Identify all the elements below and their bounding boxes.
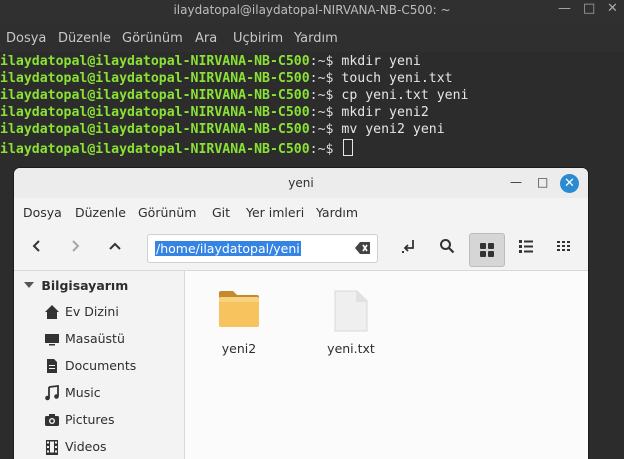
terminal-title: ilaydatopal@ilaydatopal-NIRVANA-NB-C500:… (173, 3, 451, 17)
desktop-icon (45, 334, 59, 346)
window-title: yeni (288, 176, 314, 190)
terminal-menu-search[interactable]: Ara (195, 31, 217, 46)
menu-go[interactable]: Git (212, 205, 230, 220)
compact-view-button[interactable] (549, 234, 579, 264)
terminal-menubar: Dosya Düzenle Görünüm Ara Uçbirim Yardım (0, 28, 624, 52)
prompt-suffix: :~$ (309, 88, 342, 103)
chevron-up-icon (109, 242, 121, 250)
sidebar-section-label: Bilgisayarım (41, 278, 129, 293)
sidebar-section-header[interactable]: Bilgisayarım (24, 278, 128, 293)
file-name: yeni2 (221, 341, 257, 356)
grid-icon (480, 243, 494, 257)
text-file-icon (334, 290, 368, 332)
menu-bookmarks[interactable]: Yer imleri (246, 205, 304, 220)
terminal-line: ilaydatopal@ilaydatopal-NIRVANA-NB-C500:… (0, 54, 421, 71)
clear-icon[interactable] (355, 241, 371, 255)
file-manager-window: yeni — □ ✕ Dosya Düzenle Görünüm Git Yer… (14, 168, 588, 459)
file-manager-titlebar[interactable]: yeni — □ ✕ (14, 168, 588, 198)
minimize-icon[interactable]: — (510, 175, 522, 189)
close-icon[interactable]: ✕ (560, 174, 579, 193)
terminal-line: ilaydatopal@ilaydatopal-NIRVANA-NB-C500:… (0, 88, 468, 105)
terminal-line: ilaydatopal@ilaydatopal-NIRVANA-NB-C500:… (0, 122, 445, 139)
prompt-suffix: :~$ (309, 71, 342, 86)
folder-icon (219, 291, 259, 327)
home-icon (45, 305, 59, 319)
menu-file[interactable]: Dosya (23, 205, 62, 220)
prompt: ilaydatopal@ilaydatopal-NIRVANA-NB-C500 (0, 142, 310, 157)
documents-icon (47, 359, 57, 373)
terminal-menu-help[interactable]: Yardım (294, 31, 338, 46)
minimize-icon[interactable]: — (558, 1, 571, 16)
search-button[interactable] (432, 234, 462, 264)
terminal-menu-edit[interactable]: Düzenle (58, 31, 111, 46)
toolbar: /home/ilaydatopal/yeni (14, 230, 588, 267)
command-text: mkdir yeni (341, 54, 421, 69)
list-view-button[interactable] (511, 234, 541, 264)
terminal-line: ilaydatopal@ilaydatopal-NIRVANA-NB-C500:… (0, 71, 453, 88)
forward-button[interactable] (63, 236, 87, 260)
command-text: cp yeni.txt yeni (341, 88, 469, 103)
toggle-location-icon (402, 240, 414, 253)
prompt: ilaydatopal@ilaydatopal-NIRVANA-NB-C500 (0, 88, 310, 103)
back-button[interactable] (25, 236, 49, 260)
sidebar: Bilgisayarım Ev Dizini Masaüstü Document… (14, 270, 185, 459)
terminal-menu-file[interactable]: Dosya (6, 31, 46, 46)
maximize-icon[interactable]: □ (583, 1, 595, 16)
chevron-right-icon (72, 240, 80, 252)
prompt-suffix: :~$ (309, 122, 342, 137)
toggle-location-button[interactable] (394, 234, 424, 264)
command-text: mv yeni2 yeni (341, 122, 445, 137)
terminal-menu-view[interactable]: Görünüm (122, 31, 183, 46)
triangle-down-icon (24, 282, 34, 288)
sidebar-item-label: Masaüstü (65, 331, 125, 346)
sidebar-item-label: Music (65, 385, 101, 400)
film-icon (46, 440, 58, 455)
terminal-line: ilaydatopal@ilaydatopal-NIRVANA-NB-C500:… (0, 105, 429, 122)
list-icon (519, 240, 533, 253)
file-name: yeni.txt (327, 341, 375, 356)
prompt-suffix: :~$ (309, 105, 342, 120)
menu-help[interactable]: Yardım (316, 205, 358, 220)
sidebar-item-label: Videos (65, 439, 107, 454)
up-button[interactable] (103, 236, 127, 260)
terminal-titlebar: ilaydatopal@ilaydatopal-NIRVANA-NB-C500:… (0, 0, 624, 22)
file-item-text[interactable]: yeni.txt (311, 289, 391, 356)
chevron-left-icon (32, 240, 40, 252)
file-item-folder[interactable]: yeni2 (199, 289, 279, 356)
prompt-suffix: :~$ (309, 54, 342, 69)
sidebar-item-label: Ev Dizini (65, 304, 119, 319)
close-icon[interactable]: ✕ (607, 1, 618, 16)
prompt: ilaydatopal@ilaydatopal-NIRVANA-NB-C500 (0, 71, 310, 86)
command-text: mkdir yeni2 (341, 105, 429, 120)
music-icon (45, 385, 59, 401)
prompt-suffix: :~$ (309, 142, 342, 157)
menu-view[interactable]: Görünüm (138, 205, 196, 220)
icon-view-button[interactable] (469, 233, 505, 267)
file-manager-menubar: Dosya Düzenle Görünüm Git Yer imleri Yar… (14, 202, 588, 226)
location-text[interactable]: /home/ilaydatopal/yeni (155, 241, 301, 256)
sidebar-item-label: Pictures (65, 412, 115, 427)
terminal-line: ilaydatopal@ilaydatopal-NIRVANA-NB-C500:… (0, 139, 354, 157)
camera-icon (45, 414, 59, 426)
menu-edit[interactable]: Düzenle (75, 205, 126, 220)
location-entry[interactable]: /home/ilaydatopal/yeni (147, 234, 378, 263)
prompt: ilaydatopal@ilaydatopal-NIRVANA-NB-C500 (0, 105, 310, 120)
command-text: touch yeni.txt (341, 71, 453, 86)
search-icon (440, 239, 455, 254)
terminal-menu-terminal[interactable]: Uçbirim (233, 31, 283, 46)
file-view[interactable]: yeni2 yeni.txt (185, 270, 588, 459)
prompt: ilaydatopal@ilaydatopal-NIRVANA-NB-C500 (0, 54, 310, 69)
compact-list-icon (557, 241, 570, 251)
terminal-cursor (343, 139, 354, 156)
maximize-icon[interactable]: □ (537, 175, 548, 189)
sidebar-item-label: Documents (65, 358, 137, 373)
prompt: ilaydatopal@ilaydatopal-NIRVANA-NB-C500 (0, 122, 310, 137)
